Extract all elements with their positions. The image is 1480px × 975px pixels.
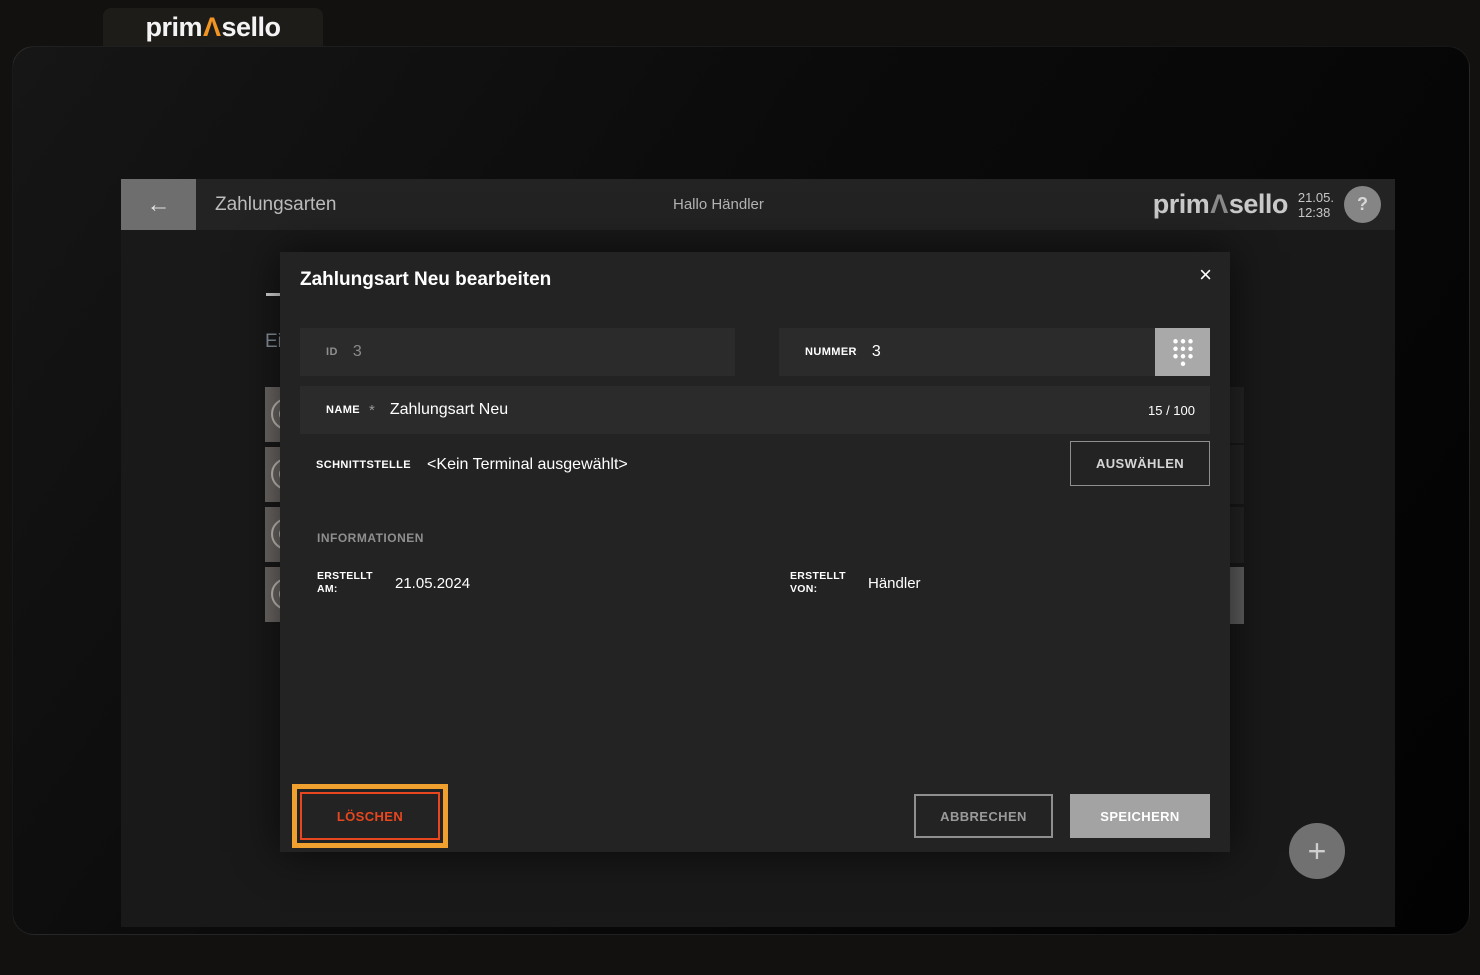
datetime-display: 21.05. 12:38 (1298, 190, 1334, 220)
question-mark-icon: ? (1357, 194, 1368, 214)
annotation-highlight-box: LÖSCHEN (292, 784, 448, 848)
list-row[interactable] (1230, 387, 1244, 443)
user-greeting: Hallo Händler (673, 196, 764, 213)
schnittstelle-row: SCHNITTSTELLE <Kein Terminal ausgewählt> (316, 442, 628, 488)
dialpad-icon (1172, 339, 1193, 367)
nummer-field-label: NUMMER (805, 346, 857, 358)
screen: primΛsello ← Zahlungsarten Hallo Händler… (0, 0, 1480, 975)
modal-title: Zahlungsart Neu bearbeiten (300, 269, 552, 290)
name-field[interactable]: NAME * Zahlungsart Neu 15 / 100 (300, 386, 1210, 434)
nummer-field[interactable]: NUMMER 3 (779, 328, 1155, 376)
schnittstelle-label: SCHNITTSTELLE (316, 459, 412, 471)
id-field: ID 3 (300, 328, 735, 376)
auswaehlen-button[interactable]: AUSWÄHLEN (1070, 441, 1210, 486)
header-brand-logo: primΛsello (1152, 189, 1289, 220)
back-arrow-icon: ← (146, 190, 171, 218)
id-field-value: 3 (352, 343, 362, 360)
time-label: 12:38 (1297, 204, 1331, 220)
back-button[interactable]: ← (121, 179, 196, 230)
abbrechen-button[interactable]: ABBRECHEN (914, 794, 1053, 838)
list-row-selected[interactable] (1230, 567, 1244, 624)
logo-mark-icon: Λ (202, 11, 221, 42)
add-button[interactable]: + (1289, 823, 1345, 879)
header-right-cluster: primΛsello 21.05. 12:38 ? (1153, 179, 1381, 230)
app-window: ← Zahlungsarten Hallo Händler primΛsello… (12, 46, 1470, 935)
logo-text-suffix: sello (221, 11, 282, 42)
char-counter: 15 / 100 (1148, 402, 1195, 418)
list-row[interactable] (1230, 445, 1244, 504)
list-row[interactable] (1230, 507, 1244, 563)
keypad-button[interactable] (1155, 328, 1210, 376)
plus-icon: + (1307, 832, 1327, 869)
created-at-item: ERSTELLT AM: 21.05.2024 (317, 570, 470, 596)
created-by-item: ERSTELLT VON: Händler (790, 570, 921, 596)
name-field-value: Zahlungsart Neu (389, 401, 509, 418)
informationen-section-title: INFORMATIONEN (317, 531, 424, 545)
close-icon[interactable]: × (1199, 264, 1212, 286)
brand-logo: primΛsello (145, 11, 282, 43)
browser-tab[interactable]: primΛsello (103, 8, 323, 46)
help-button[interactable]: ? (1344, 186, 1381, 223)
id-field-label: ID (326, 346, 338, 358)
created-by-value: Händler (868, 574, 921, 592)
created-by-label: ERSTELLT VON: (790, 570, 846, 595)
logo-mark-icon: Λ (1210, 189, 1228, 219)
date-label: 21.05. (1297, 189, 1334, 205)
edit-payment-type-modal: Zahlungsart Neu bearbeiten × ID 3 NUMMER… (280, 252, 1230, 852)
nummer-field-value: 3 (871, 343, 881, 360)
app-header: ← Zahlungsarten Hallo Händler primΛsello… (121, 179, 1395, 230)
page-title: Zahlungsarten (215, 193, 337, 215)
speichern-button[interactable]: SPEICHERN (1070, 794, 1210, 838)
schnittstelle-value: <Kein Terminal ausgewählt> (427, 456, 628, 473)
loeschen-button[interactable]: LÖSCHEN (300, 792, 440, 840)
required-marker: * (369, 401, 375, 419)
logo-text-suffix: sello (1228, 189, 1289, 219)
created-at-value: 21.05.2024 (395, 574, 471, 592)
created-at-label: ERSTELLT AM: (317, 570, 373, 595)
logo-text-prefix: prim (1152, 189, 1210, 219)
logo-text-prefix: prim (145, 11, 202, 42)
name-field-label: NAME (326, 404, 360, 416)
